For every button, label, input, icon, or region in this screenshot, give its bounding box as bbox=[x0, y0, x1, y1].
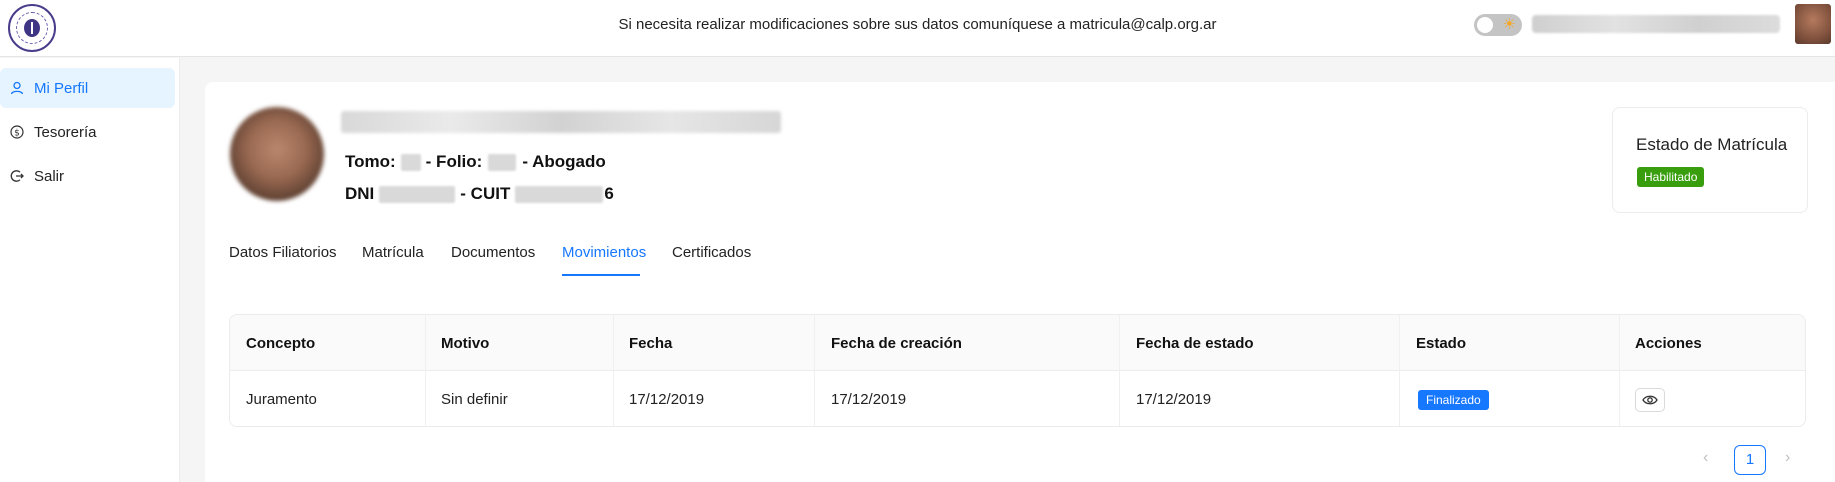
tomo-label: Tomo: bbox=[345, 152, 396, 171]
enrollment-status-card: Estado de Matrícula Habilitado bbox=[1612, 107, 1808, 213]
theme-toggle[interactable]: ☀ bbox=[1474, 14, 1522, 36]
tomo-folio-line: Tomo: - Folio: - Abogado bbox=[345, 152, 606, 172]
profile-photo bbox=[230, 107, 324, 201]
column-header-concepto[interactable]: Concepto bbox=[246, 335, 315, 352]
tab-datos-filiatorios[interactable]: Datos Filiatorios bbox=[229, 244, 337, 261]
user-name-redacted[interactable] bbox=[1532, 15, 1780, 33]
sidebar-item-label: Tesorería bbox=[34, 123, 97, 141]
column-header-estado[interactable]: Estado bbox=[1416, 335, 1466, 352]
cell-fecha-estado: 17/12/2019 bbox=[1136, 391, 1212, 408]
sidebar-item-label: Salir bbox=[34, 167, 65, 185]
svg-text:$: $ bbox=[14, 128, 20, 138]
column-header-acciones: Acciones bbox=[1635, 335, 1702, 352]
column-divider bbox=[1119, 315, 1120, 426]
sidebar: Mi Perfil $ Tesorería Salir bbox=[0, 58, 180, 482]
dni-value-redacted bbox=[379, 185, 456, 203]
eye-icon bbox=[1642, 395, 1658, 405]
column-header-motivo[interactable]: Motivo bbox=[441, 335, 489, 352]
cell-motivo: Sin definir bbox=[441, 391, 508, 408]
cuit-suffix: 6 bbox=[604, 184, 614, 203]
profile-name-redacted bbox=[341, 111, 781, 133]
column-divider bbox=[814, 315, 815, 426]
tab-movimientos[interactable]: Movimientos bbox=[562, 244, 646, 261]
dollar-icon: $ bbox=[9, 124, 25, 140]
profession-label: - Abogado bbox=[522, 152, 606, 171]
sun-icon: ☀ bbox=[1502, 16, 1516, 33]
column-divider bbox=[1399, 315, 1400, 426]
cuit-value-redacted bbox=[515, 185, 604, 203]
sidebar-item-salir[interactable]: Salir bbox=[0, 156, 175, 196]
tomo-value-redacted bbox=[400, 153, 421, 171]
status-title: Estado de Matrícula bbox=[1636, 135, 1788, 154]
column-divider bbox=[613, 315, 614, 426]
sidebar-item-mi-perfil[interactable]: Mi Perfil bbox=[0, 68, 175, 108]
top-header: Si necesita realizar modificaciones sobr… bbox=[0, 0, 1835, 57]
pagination-next[interactable]: › bbox=[1785, 449, 1790, 467]
state-badge: Finalizado bbox=[1418, 390, 1489, 410]
column-header-fecha[interactable]: Fecha bbox=[629, 335, 672, 352]
column-divider bbox=[1619, 315, 1620, 426]
folio-value-redacted bbox=[488, 153, 517, 171]
sidebar-item-tesoreria[interactable]: $ Tesorería bbox=[0, 112, 175, 152]
cell-concepto: Juramento bbox=[246, 391, 317, 408]
column-header-fecha-estado[interactable]: Fecha de estado bbox=[1136, 335, 1254, 352]
tab-documentos[interactable]: Documentos bbox=[451, 244, 535, 261]
user-icon bbox=[9, 80, 25, 96]
folio-label: - Folio: bbox=[425, 152, 483, 171]
tab-matricula[interactable]: Matrícula bbox=[362, 244, 424, 261]
cell-fecha-creacion: 17/12/2019 bbox=[831, 391, 907, 408]
tab-certificados[interactable]: Certificados bbox=[672, 244, 751, 261]
header-avatar[interactable] bbox=[1795, 4, 1831, 44]
pagination-prev[interactable]: ‹ bbox=[1703, 449, 1708, 467]
dni-cuit-line: DNI - CUIT 6 bbox=[345, 184, 614, 204]
dni-label: DNI bbox=[345, 184, 375, 203]
active-tab-indicator bbox=[562, 274, 640, 276]
cell-fecha: 17/12/2019 bbox=[629, 391, 705, 408]
view-button[interactable] bbox=[1635, 388, 1665, 412]
movements-table: Concepto Motivo Fecha Fecha de creación … bbox=[229, 314, 1806, 427]
cuit-label: - CUIT bbox=[460, 184, 511, 203]
column-header-fecha-creacion[interactable]: Fecha de creación bbox=[831, 335, 962, 352]
status-badge: Habilitado bbox=[1637, 167, 1705, 187]
logout-icon bbox=[9, 168, 25, 184]
pagination-page-1[interactable]: 1 bbox=[1734, 445, 1766, 475]
sidebar-item-label: Mi Perfil bbox=[34, 79, 89, 97]
toggle-knob bbox=[1477, 17, 1493, 33]
column-divider bbox=[425, 315, 426, 426]
